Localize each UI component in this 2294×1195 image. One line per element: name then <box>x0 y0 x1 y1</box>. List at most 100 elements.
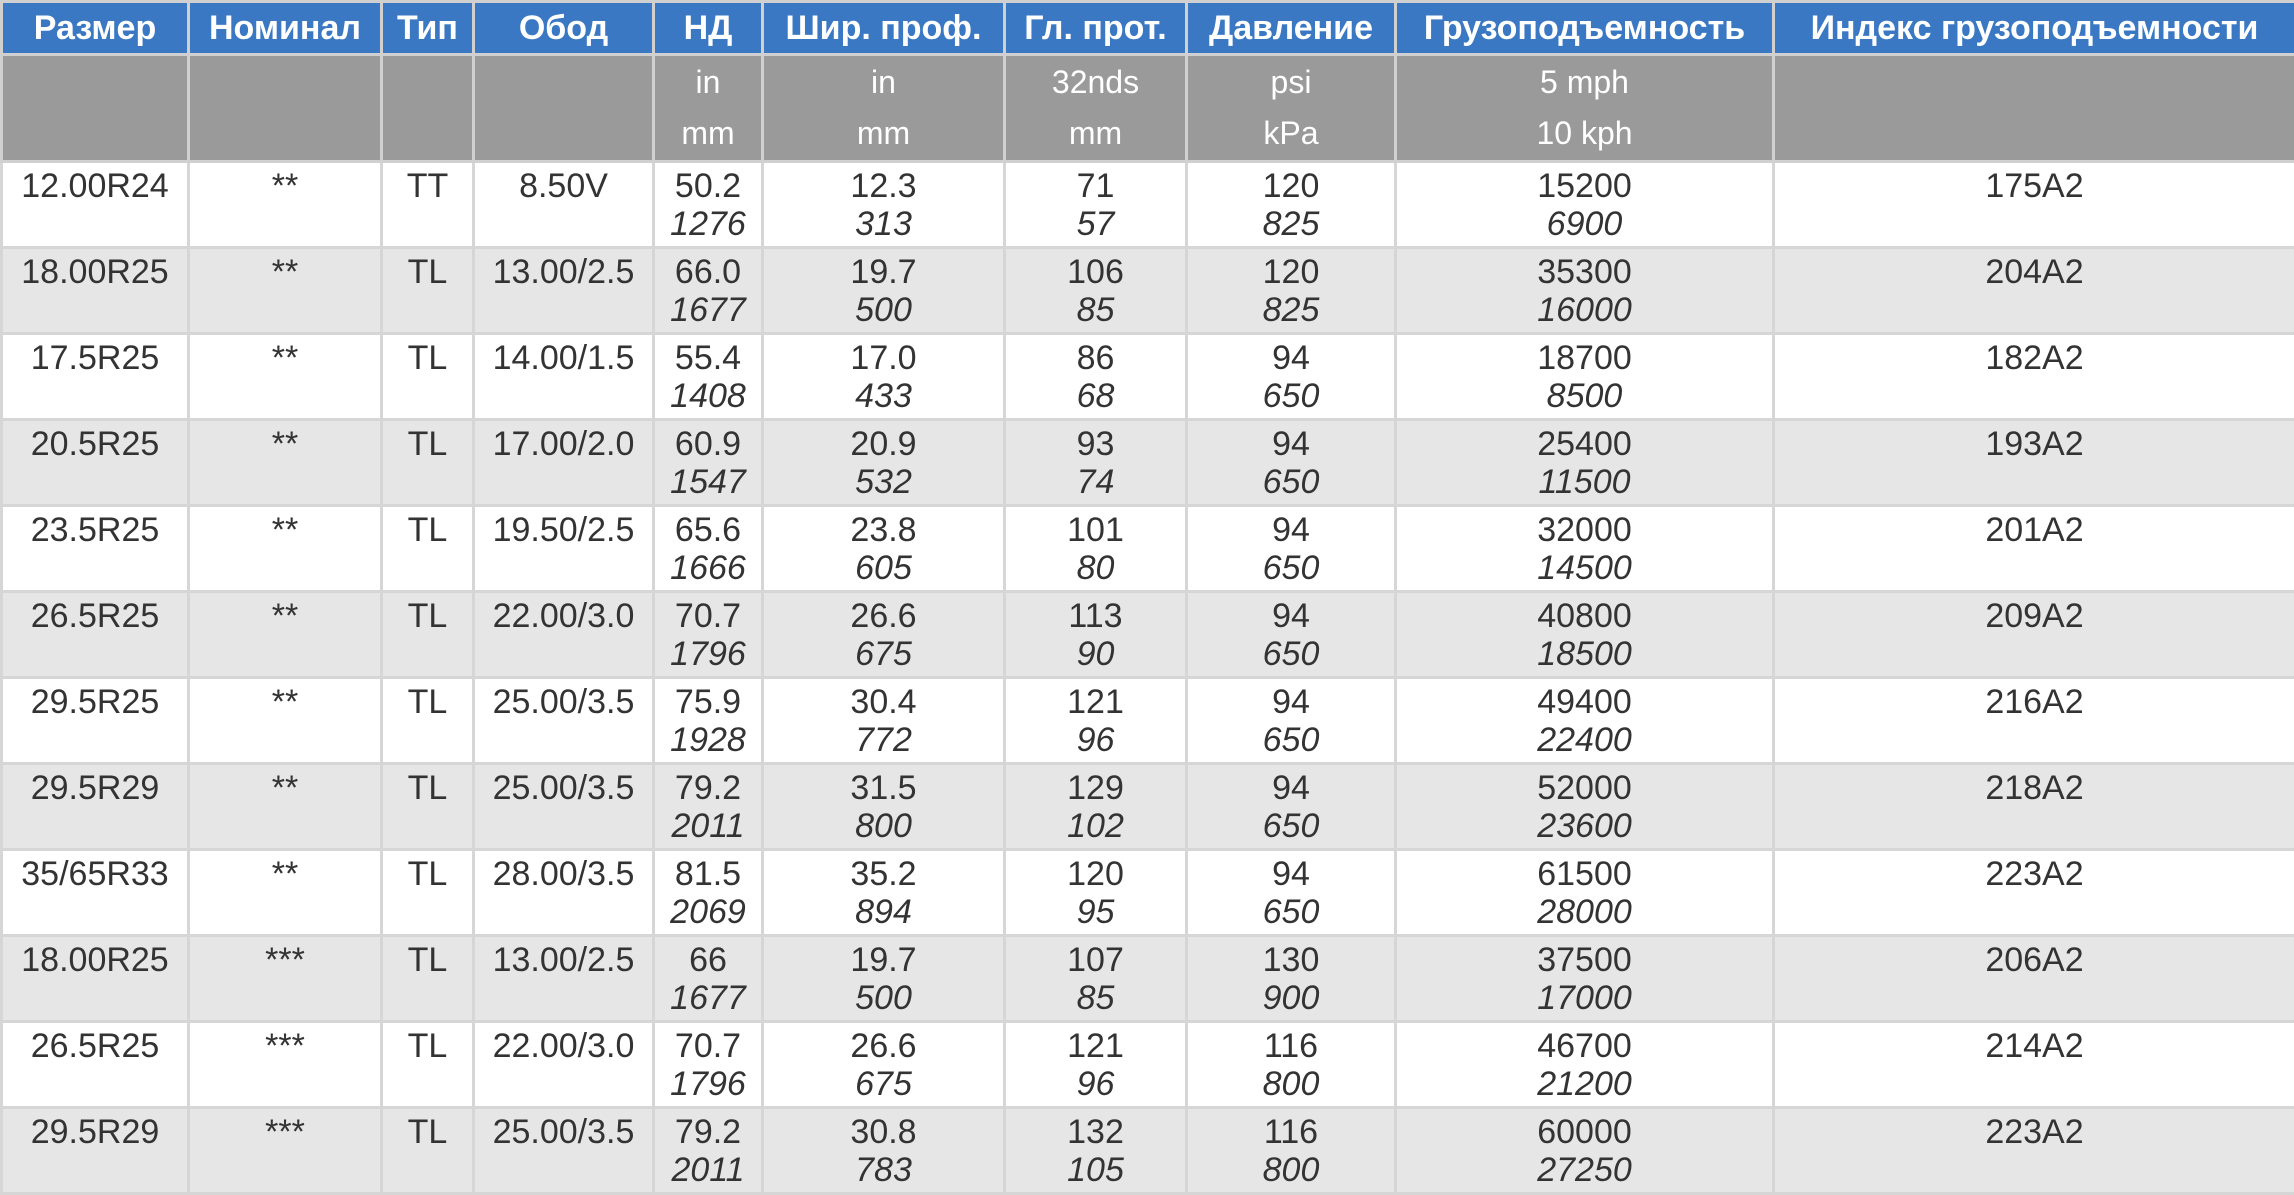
cell-size: 18.00R25 <box>2 936 189 1022</box>
rating-value: ** <box>190 425 380 463</box>
rim-value: 13.00/2.5 <box>475 941 652 979</box>
cell-pressure: 94650 <box>1187 764 1396 850</box>
width-metric-value: 675 <box>764 635 1003 673</box>
cell-type: TT <box>382 162 474 248</box>
units-load-capacity: 5 mph10 kph <box>1396 55 1774 162</box>
od-metric-value: 1796 <box>655 635 761 673</box>
cell-tread: 10180 <box>1005 506 1187 592</box>
cell-size: 18.00R25 <box>2 248 189 334</box>
cell-tread: 129102 <box>1005 764 1187 850</box>
cell-width: 30.4772 <box>763 678 1005 764</box>
table-row: 12.00R24**TT8.50V50.2127612.331371571208… <box>2 162 2294 248</box>
width-imperial-value: 30.8 <box>764 1113 1003 1151</box>
od-imperial-value: 75.9 <box>655 683 761 721</box>
size-value: 23.5R25 <box>3 511 187 549</box>
width-metric-value: 800 <box>764 807 1003 845</box>
tread-imperial-value: 129 <box>1006 769 1185 807</box>
tread-metric-value: 57 <box>1006 205 1185 243</box>
rim-value: 17.00/2.0 <box>475 425 652 463</box>
tread-metric-value: 105 <box>1006 1151 1185 1189</box>
unit-label: 5 mph <box>1397 57 1772 108</box>
size-value: 12.00R24 <box>3 167 187 205</box>
cell-size: 20.5R25 <box>2 420 189 506</box>
size-value: 35/65R33 <box>3 855 187 893</box>
cell-size: 29.5R25 <box>2 678 189 764</box>
cell-size: 35/65R33 <box>2 850 189 936</box>
tread-metric-value: 80 <box>1006 549 1185 587</box>
load-imperial-value: 25400 <box>1397 425 1772 463</box>
cell-rating: ** <box>189 850 382 936</box>
cell-type: TL <box>382 334 474 420</box>
index-value: 175A2 <box>1775 167 2294 205</box>
unit-label: psi <box>1188 57 1394 108</box>
units-size <box>2 55 189 162</box>
load-metric-value: 27250 <box>1397 1151 1772 1189</box>
cell-width: 30.8783 <box>763 1108 1005 1194</box>
tread-metric-value: 74 <box>1006 463 1185 501</box>
cell-tread: 9374 <box>1005 420 1187 506</box>
cell-tread: 7157 <box>1005 162 1187 248</box>
load-metric-value: 23600 <box>1397 807 1772 845</box>
index-value: 206A2 <box>1775 941 2294 979</box>
od-metric-value: 1928 <box>655 721 761 759</box>
type-value: TL <box>383 1027 472 1065</box>
pressure-imperial-value: 94 <box>1188 683 1394 721</box>
cell-pressure: 120825 <box>1187 248 1396 334</box>
tread-imperial-value: 101 <box>1006 511 1185 549</box>
cell-load: 3200014500 <box>1396 506 1774 592</box>
pressure-imperial-value: 130 <box>1188 941 1394 979</box>
cell-type: TL <box>382 592 474 678</box>
load-metric-value: 16000 <box>1397 291 1772 329</box>
width-metric-value: 772 <box>764 721 1003 759</box>
unit-label: mm <box>655 108 761 159</box>
index-value: 182A2 <box>1775 339 2294 377</box>
pressure-imperial-value: 116 <box>1188 1113 1394 1151</box>
cell-index: 223A2 <box>1774 1108 2294 1194</box>
cell-tread: 12095 <box>1005 850 1187 936</box>
load-metric-value: 22400 <box>1397 721 1772 759</box>
cell-width: 12.3313 <box>763 162 1005 248</box>
width-imperial-value: 20.9 <box>764 425 1003 463</box>
od-imperial-value: 79.2 <box>655 1113 761 1151</box>
cell-rim: 22.00/3.0 <box>474 1022 654 1108</box>
cell-width: 17.0433 <box>763 334 1005 420</box>
rating-value: ** <box>190 253 380 291</box>
rating-value: ** <box>190 855 380 893</box>
width-imperial-value: 35.2 <box>764 855 1003 893</box>
pressure-imperial-value: 94 <box>1188 511 1394 549</box>
index-value: 193A2 <box>1775 425 2294 463</box>
size-value: 26.5R25 <box>3 1027 187 1065</box>
rating-value: ** <box>190 167 380 205</box>
type-value: TL <box>383 597 472 635</box>
pressure-imperial-value: 94 <box>1188 769 1394 807</box>
cell-width: 23.8605 <box>763 506 1005 592</box>
rim-value: 13.00/2.5 <box>475 253 652 291</box>
header-rating: Номинал <box>189 2 382 55</box>
tread-metric-value: 68 <box>1006 377 1185 415</box>
cell-load: 4940022400 <box>1396 678 1774 764</box>
unit-label: in <box>764 57 1003 108</box>
size-value: 18.00R25 <box>3 941 187 979</box>
cell-pressure: 94650 <box>1187 678 1396 764</box>
load-imperial-value: 18700 <box>1397 339 1772 377</box>
width-metric-value: 313 <box>764 205 1003 243</box>
rating-value: ** <box>190 683 380 721</box>
width-metric-value: 894 <box>764 893 1003 931</box>
cell-rating: ** <box>189 162 382 248</box>
load-imperial-value: 40800 <box>1397 597 1772 635</box>
pressure-metric-value: 650 <box>1188 893 1394 931</box>
pressure-imperial-value: 94 <box>1188 597 1394 635</box>
tread-imperial-value: 107 <box>1006 941 1185 979</box>
cell-index: 182A2 <box>1774 334 2294 420</box>
cell-tread: 132105 <box>1005 1108 1187 1194</box>
load-metric-value: 18500 <box>1397 635 1772 673</box>
cell-rim: 19.50/2.5 <box>474 506 654 592</box>
od-metric-value: 1666 <box>655 549 761 587</box>
cell-rating: ** <box>189 420 382 506</box>
pressure-metric-value: 650 <box>1188 463 1394 501</box>
width-imperial-value: 23.8 <box>764 511 1003 549</box>
type-value: TL <box>383 683 472 721</box>
od-metric-value: 2011 <box>655 1151 761 1189</box>
width-imperial-value: 26.6 <box>764 597 1003 635</box>
cell-index: 201A2 <box>1774 506 2294 592</box>
